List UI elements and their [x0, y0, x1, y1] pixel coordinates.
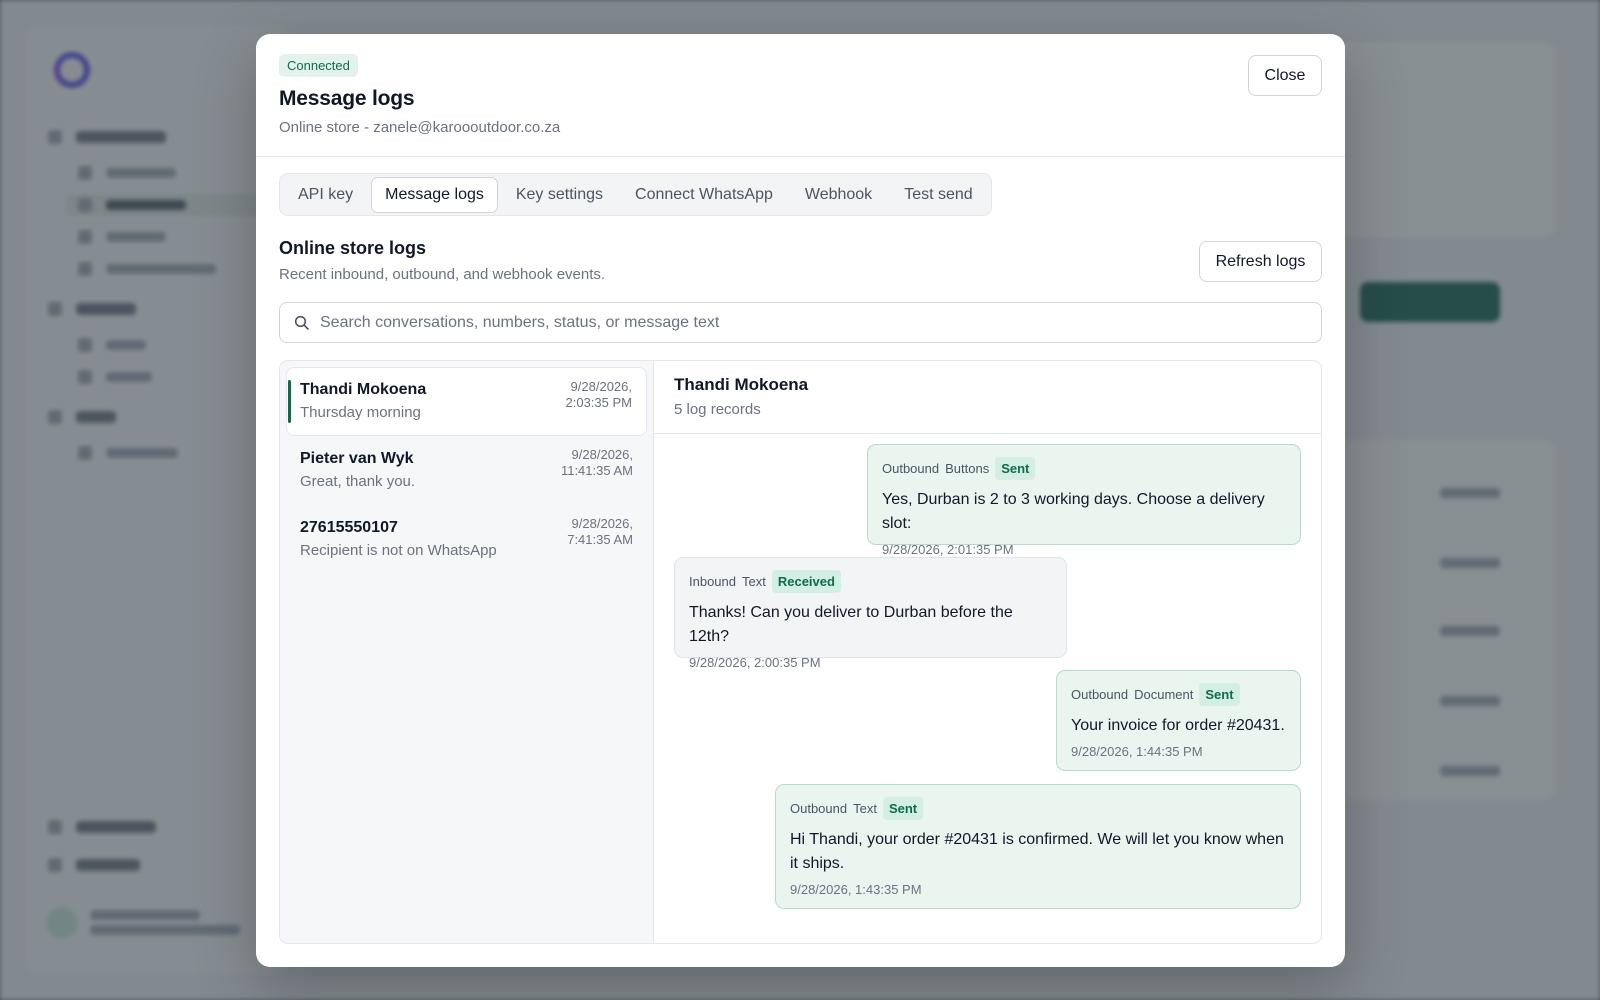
close-button[interactable]: Close [1248, 55, 1322, 96]
conversation-header: Thandi Mokoena 5 log records [654, 361, 1321, 434]
message-meta: Inbound Text Received [689, 570, 1052, 593]
message-meta: Outbound Document Sent [1071, 683, 1286, 706]
settings-tabs: API key Message logs Key settings Connec… [279, 173, 992, 216]
conversation-title: Thandi Mokoena [674, 375, 809, 394]
message-meta: Outbound Text Sent [790, 797, 1286, 820]
status-badge: Sent [882, 797, 924, 820]
conversation-list: Thandi Mokoena Thursday morning 9/28/202… [280, 361, 654, 943]
status-badge: Received [771, 570, 841, 593]
section-subtitle: Recent inbound, outbound, and webhook ev… [279, 266, 606, 283]
modal-subtitle: Online store - zanele@karoooutdoor.co.za [279, 119, 561, 136]
message-type: Document [1134, 687, 1194, 702]
message-bubble: Inbound Text Received Thanks! Can you de… [674, 557, 1067, 670]
message-bubble: Outbound Text Sent Hi Thandi, your order… [775, 784, 1301, 909]
tab-key-settings[interactable]: Key settings [502, 177, 617, 213]
message-timestamp: 9/28/2026, 2:00:35 PM [689, 655, 821, 670]
tab-api-key[interactable]: API key [284, 177, 367, 213]
log-record-count: 5 log records [674, 401, 761, 418]
tab-message-logs[interactable]: Message logs [371, 176, 498, 213]
status-badge: Sent [995, 457, 1036, 480]
message-bubble: Outbound Document Sent Your invoice for … [1056, 670, 1301, 771]
modal-header: Connected Message logs Online store - za… [256, 34, 1345, 157]
message-text: Your invoice for order #20431. [1071, 717, 1285, 734]
message-meta: Outbound Buttons Sent [882, 457, 1286, 480]
message-timestamp: 9/28/2026, 1:43:35 PM [790, 882, 922, 897]
connection-status-badge: Connected [279, 54, 358, 77]
message-text: Thanks! Can you deliver to Durban before… [689, 604, 1013, 645]
logs-panel: Thandi Mokoena Thursday morning 9/28/202… [279, 360, 1322, 944]
message-timestamp: 9/28/2026, 1:44:35 PM [1071, 744, 1203, 759]
search-input[interactable] [320, 313, 1321, 332]
message-bubble: Outbound Buttons Sent Yes, Durban is 2 t… [867, 444, 1301, 557]
refresh-logs-button[interactable]: Refresh logs [1199, 241, 1322, 282]
section-title: Online store logs [279, 238, 427, 258]
status-badge: Sent [1199, 683, 1240, 706]
conversation-timestamp: 9/28/2026, 7:41:35 AM [567, 516, 633, 547]
search-bar [279, 302, 1322, 343]
message-timestamp: 9/28/2026, 2:01:35 PM [882, 542, 1014, 557]
message-direction: Outbound [882, 461, 940, 476]
tab-webhook[interactable]: Webhook [791, 177, 886, 213]
tab-test-send[interactable]: Test send [890, 177, 986, 213]
message-text: Yes, Durban is 2 to 3 working days. Choo… [882, 491, 1265, 532]
conversation-item[interactable]: Pieter van Wyk Great, thank you. 9/28/20… [286, 436, 647, 505]
conversation-item[interactable]: Thandi Mokoena Thursday morning 9/28/202… [286, 367, 647, 436]
conversation-detail: Thandi Mokoena 5 log records Outbound Bu… [654, 361, 1321, 943]
conversation-item[interactable]: 27615550107 Recipient is not on WhatsApp… [286, 505, 647, 574]
message-direction: Outbound [1071, 687, 1129, 702]
message-direction: Outbound [790, 801, 848, 816]
message-text: Hi Thandi, your order #20431 is confirme… [790, 831, 1284, 872]
tab-connect-whatsapp[interactable]: Connect WhatsApp [621, 177, 787, 213]
message-type: Text [853, 801, 877, 816]
search-icon [294, 315, 309, 330]
message-logs-modal: Connected Message logs Online store - za… [256, 34, 1345, 967]
conversation-timestamp: 9/28/2026, 11:41:35 AM [560, 447, 633, 478]
message-type: Buttons [945, 461, 990, 476]
message-type: Text [742, 574, 766, 589]
modal-title: Message logs [279, 87, 415, 110]
message-direction: Inbound [689, 574, 736, 589]
conversation-timestamp: 9/28/2026, 2:03:35 PM [565, 379, 633, 410]
